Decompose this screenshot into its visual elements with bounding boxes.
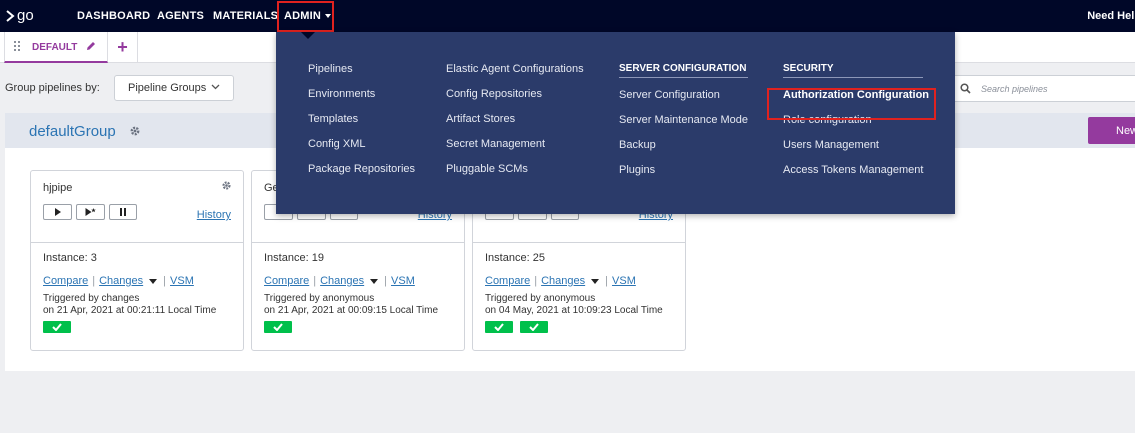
tab-default[interactable]: DEFAULT [4, 32, 108, 63]
menu-item-backup[interactable]: Backup [619, 139, 748, 164]
stage-status-bar [264, 321, 292, 333]
compare-link[interactable]: Compare [264, 275, 309, 287]
top-navbar: go DASHBOARD AGENTS MATERIALS ADMIN Need… [0, 0, 1135, 32]
stage-passed[interactable] [264, 321, 292, 333]
changes-link[interactable]: Changes [99, 275, 143, 287]
logo-text: go [17, 7, 34, 24]
check-icon [529, 323, 539, 331]
group-by-value: Pipeline Groups [128, 82, 207, 94]
triggered-time: on 21 Apr, 2021 at 00:21:11 Local Time [43, 305, 217, 316]
admin-menu-column-1: Pipelines Environments Templates Config … [308, 63, 415, 188]
menu-item-server-configuration[interactable]: Server Configuration [619, 89, 748, 114]
search-input[interactable]: Search pipelines [950, 75, 1135, 102]
changes-link[interactable]: Changes [541, 275, 585, 287]
history-link[interactable]: History [197, 209, 231, 221]
compare-link[interactable]: Compare [485, 275, 530, 287]
gocd-logo[interactable]: go [5, 7, 34, 24]
nav-agents[interactable]: AGENTS [157, 10, 204, 22]
menu-item-package-repositories[interactable]: Package Repositories [308, 163, 415, 188]
check-icon [52, 323, 62, 331]
instance-links: Compare | Changes | VSM [485, 275, 636, 287]
check-icon [273, 323, 283, 331]
instance-label: Instance: 19 [264, 252, 324, 264]
caret-down-icon[interactable] [149, 278, 158, 284]
search-placeholder: Search pipelines [981, 84, 1048, 94]
triggered-by: Triggered by anonymous [264, 293, 375, 304]
group-by-select[interactable]: Pipeline Groups [114, 75, 234, 101]
menu-item-templates[interactable]: Templates [308, 113, 415, 138]
logo-mark-icon [6, 9, 15, 22]
authorization-highlight-box [767, 88, 936, 120]
triggered-by: Triggered by anonymous [485, 293, 596, 304]
gear-icon[interactable] [221, 180, 232, 191]
compare-link[interactable]: Compare [43, 275, 88, 287]
dropdown-pointer [301, 32, 315, 39]
menu-item-artifact-stores[interactable]: Artifact Stores [446, 113, 584, 138]
pipeline-card-header: hjpipe History [31, 171, 243, 243]
instance-label: Instance: 25 [485, 252, 545, 264]
admin-highlight-box [277, 1, 334, 32]
stage-status-bar [43, 321, 71, 333]
vsm-link[interactable]: VSM [170, 275, 194, 287]
add-tab-button[interactable]: + [108, 32, 138, 63]
menu-item-environments[interactable]: Environments [308, 88, 415, 113]
menu-item-elastic-agent-configurations[interactable]: Elastic Agent Configurations [446, 63, 584, 88]
pause-icon [120, 208, 126, 216]
need-help-link[interactable]: Need Help [1087, 10, 1135, 22]
group-by-label: Group pipelines by: [5, 82, 100, 94]
changes-link[interactable]: Changes [320, 275, 364, 287]
play-with-options-icon [85, 208, 96, 216]
trigger-with-options-button[interactable] [76, 204, 105, 220]
stage-passed[interactable] [485, 321, 513, 333]
menu-item-secret-management[interactable]: Secret Management [446, 138, 584, 163]
stage-status-bar [485, 321, 548, 333]
instance-links: Compare | Changes | VSM [264, 275, 415, 287]
menu-item-access-tokens-management[interactable]: Access Tokens Management [783, 164, 923, 189]
stage-passed[interactable] [43, 321, 71, 333]
caret-down-icon[interactable] [370, 278, 379, 284]
nav-dashboard[interactable]: DASHBOARD [77, 10, 150, 22]
admin-dropdown-menu: Pipelines Environments Templates Config … [276, 32, 955, 214]
security-heading: SECURITY [783, 63, 923, 78]
triggered-time: on 21 Apr, 2021 at 00:09:15 Local Time [264, 305, 439, 316]
admin-menu-column-server: SERVER CONFIGURATION Server Configuratio… [619, 63, 749, 189]
nav-materials[interactable]: MATERIALS [213, 10, 278, 22]
menu-item-config-repositories[interactable]: Config Repositories [446, 88, 584, 113]
caret-down-icon[interactable] [591, 278, 600, 284]
pencil-icon[interactable] [85, 40, 97, 52]
instance-label: Instance: 3 [43, 252, 97, 264]
play-icon [54, 208, 61, 216]
triggered-by: Triggered by changes [43, 293, 140, 304]
menu-item-plugins[interactable]: Plugins [619, 164, 748, 189]
search-icon [960, 83, 971, 94]
chevron-down-icon [211, 84, 220, 90]
vsm-link[interactable]: VSM [612, 275, 636, 287]
admin-menu-column-2: Elastic Agent Configurations Config Repo… [446, 63, 584, 188]
menu-item-config-xml[interactable]: Config XML [308, 138, 415, 163]
vsm-link[interactable]: VSM [391, 275, 415, 287]
trigger-button[interactable] [43, 204, 72, 220]
menu-item-pipelines[interactable]: Pipelines [308, 63, 415, 88]
menu-item-users-management[interactable]: Users Management [783, 139, 923, 164]
tab-default-label: DEFAULT [32, 42, 78, 53]
new-pipeline-button[interactable]: New [1088, 117, 1135, 144]
menu-item-server-maintenance-mode[interactable]: Server Maintenance Mode [619, 114, 748, 139]
group-name-link[interactable]: defaultGroup [29, 123, 116, 140]
menu-item-pluggable-scms[interactable]: Pluggable SCMs [446, 163, 584, 188]
pipeline-name[interactable]: hjpipe [43, 182, 72, 194]
stage-passed[interactable] [520, 321, 548, 333]
admin-menu-column-security: SECURITY Authorization Configuration Rol… [783, 63, 929, 189]
drag-handle-icon[interactable] [14, 41, 20, 53]
gear-icon[interactable] [129, 125, 141, 137]
triggered-time: on 04 May, 2021 at 10:09:23 Local Time [485, 305, 663, 316]
server-configuration-heading: SERVER CONFIGURATION [619, 63, 749, 78]
pipeline-card: hjpipe History Instance: 3 Compare | Chang… [30, 170, 244, 351]
instance-links: Compare | Changes | VSM [43, 275, 194, 287]
check-icon [494, 323, 504, 331]
pause-button[interactable] [109, 204, 137, 220]
